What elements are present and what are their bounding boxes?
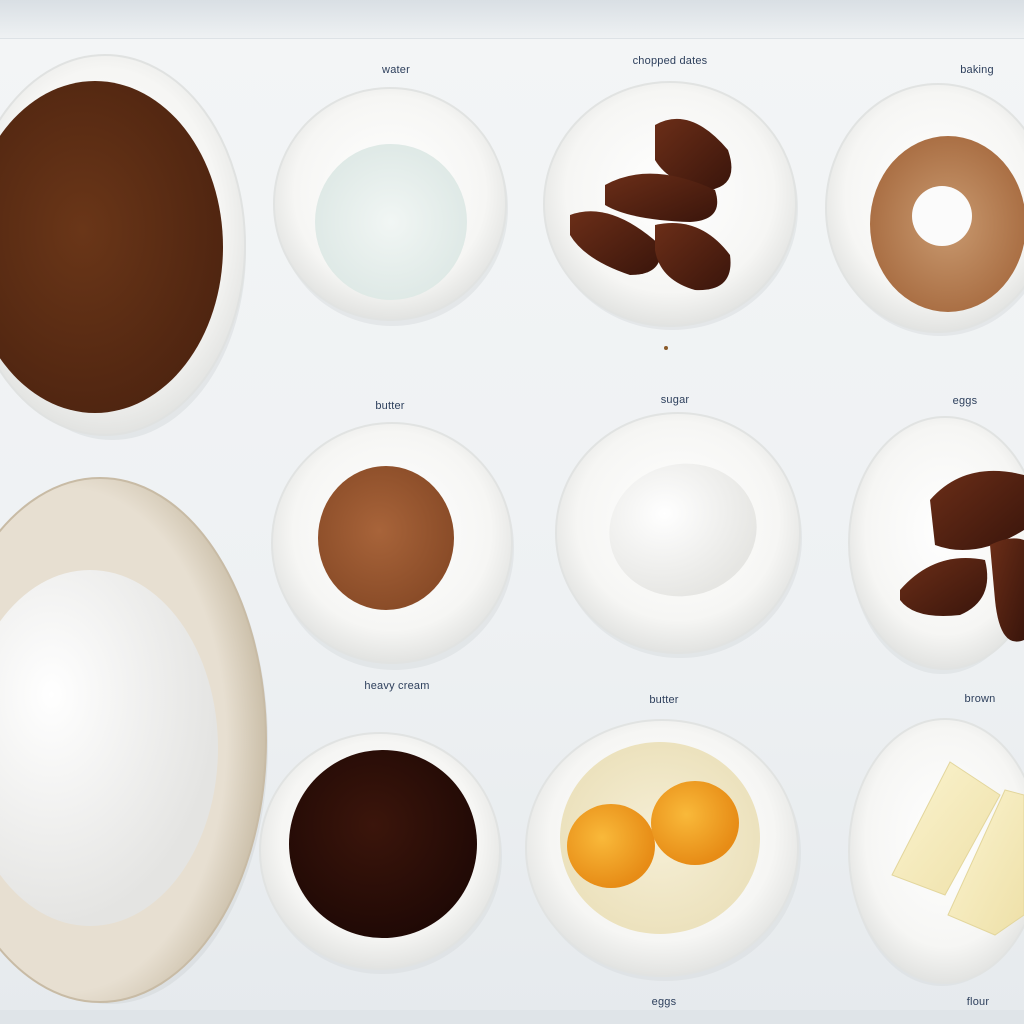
water-bowl [273, 87, 508, 326]
label-butter-top: butter [375, 400, 405, 412]
label-water: water [382, 64, 410, 76]
whole-egg-bowl [555, 412, 802, 658]
dark-syrup-bowl [259, 732, 502, 974]
dates-bowl-right [848, 416, 1024, 674]
label-baking: baking [960, 64, 994, 76]
spice-bowl [271, 422, 514, 670]
label-flour: flour [966, 996, 990, 1008]
butter-bowl [848, 718, 1024, 986]
label-eggs-top: eggs [952, 395, 978, 407]
brown-sugar-bowl [825, 83, 1024, 336]
cracked-eggs-bowl [525, 719, 801, 981]
label-brown: brown [964, 693, 996, 705]
label-butter-bottom: butter [649, 694, 679, 706]
flour-bowl [0, 477, 268, 1004]
label-eggs-bottom: eggs [651, 996, 677, 1008]
counter-front-edge [0, 1010, 1024, 1024]
ingredients-photo [0, 54, 1024, 1004]
crumb [664, 346, 668, 350]
label-chopped-dates: chopped dates [632, 55, 708, 67]
label-heavy-cream: heavy cream [364, 680, 430, 692]
chopped-dates-bowl [543, 81, 798, 330]
caramel-sauce-bowl [0, 54, 246, 440]
label-sugar: sugar [660, 394, 690, 406]
